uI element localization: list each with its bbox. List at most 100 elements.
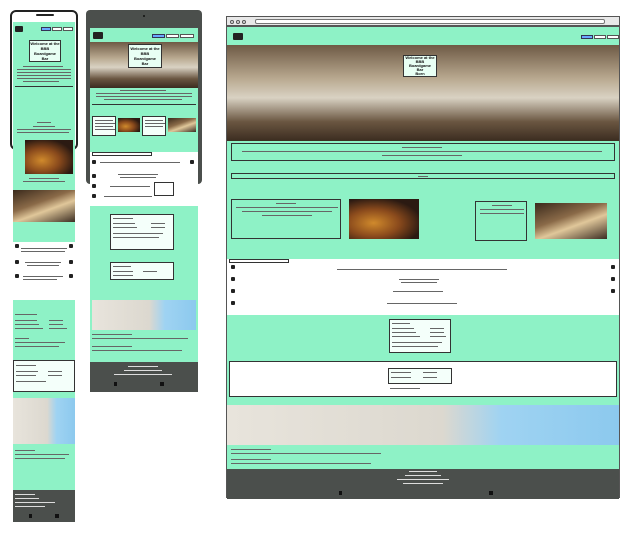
tablet-page: Welcome at the BBB Boardgame Bar [90,28,198,392]
dice-icon [231,289,235,293]
card-text-line [391,377,411,378]
card-text-line [16,381,46,382]
intro-text-line [402,147,442,148]
card-text-line [16,365,36,366]
section-title-box [231,173,615,179]
card-text-line [16,371,38,372]
nav-button-3[interactable] [63,27,73,31]
info-text-line [27,265,59,266]
caption-line [23,181,65,182]
intro-text-line [120,90,166,91]
instagram-icon[interactable] [489,491,493,495]
restaurant-image [13,190,75,222]
card-text-line [113,218,133,219]
info-icon [92,160,96,164]
section-text-line [17,129,71,130]
logo-icon[interactable] [233,33,243,40]
section-text-line [17,132,69,133]
location-map[interactable] [92,300,196,330]
address-bar[interactable] [255,19,605,24]
form-label-line [49,328,67,329]
intro-text-line [242,151,602,152]
facebook-icon[interactable] [29,514,32,518]
mobile-speaker [36,14,54,16]
window-min-dot[interactable] [236,20,240,24]
card-text-line [16,375,36,376]
people-icon [15,260,19,264]
section-heading-line [37,122,51,123]
booking-band [229,361,617,397]
info-band [90,152,198,206]
instagram-icon[interactable] [160,382,164,386]
card-text-line [480,209,524,210]
card-text-line [276,203,296,204]
booking-form-card [110,214,174,250]
nav-button-3[interactable] [607,35,619,39]
info-text-line [25,262,61,263]
location-map[interactable] [227,405,619,445]
form-label-line [49,324,63,325]
address-line [15,454,69,455]
hero-title-line5: Born [415,71,425,76]
info-icon [231,265,235,269]
nav-button-1[interactable] [41,27,51,31]
card-text-line [390,388,420,389]
cards-icon [611,289,615,293]
card-text-line [48,371,62,372]
nav-button-2[interactable] [52,27,62,31]
card-text-line [151,223,165,224]
footer-text-line [403,483,443,484]
form-text-line [15,342,65,343]
nav-button-2[interactable] [166,34,179,38]
info-title-box [229,259,289,263]
burger-image [118,118,140,132]
form-label-line [15,320,37,321]
intro-text-line [104,99,182,100]
footer-text-line [124,370,162,371]
instagram-icon[interactable] [55,514,59,518]
card-text-line [392,332,416,333]
info-title-box [92,152,152,156]
facebook-icon[interactable] [339,491,342,495]
nav-button-1[interactable] [581,35,593,39]
logo-icon[interactable] [15,26,23,32]
info-text-line [387,303,457,304]
window-close-dot[interactable] [230,20,234,24]
window-max-dot[interactable] [242,20,246,24]
nav-button-2[interactable] [594,35,606,39]
location-map[interactable] [13,398,75,444]
form-label-line [15,328,43,329]
hero-title-line4: Bar [141,61,149,66]
footer-text-line [397,479,449,480]
intro-text-line [23,81,59,82]
card-text-line [145,120,163,121]
card-text-line [48,375,62,376]
restaurant-image [168,118,196,132]
cards-icon [92,194,96,198]
form-label-line [49,320,63,321]
card-text-line [423,377,437,378]
info-text-line [21,248,67,249]
card-text-line [392,342,442,343]
logo-icon[interactable] [93,32,103,39]
footer-text-line [15,506,45,507]
menu-card-left [92,116,116,136]
intro-text-line [17,72,71,73]
address-line [231,453,381,454]
intro-text-line [17,75,71,76]
nav-button-3[interactable] [180,34,194,38]
info-band [227,259,619,315]
info-text-line [104,196,152,197]
card-text-line [113,275,133,276]
form-label-line [15,324,39,325]
restaurant-image [535,203,607,239]
address-line [92,350,182,351]
nav-button-1[interactable] [152,34,165,38]
facebook-icon[interactable] [114,382,117,386]
info-band [13,242,75,300]
address-line [92,346,132,347]
address-line [15,458,65,459]
card-text-line [430,332,444,333]
people-icon [92,174,96,178]
card-text-line [236,207,338,208]
